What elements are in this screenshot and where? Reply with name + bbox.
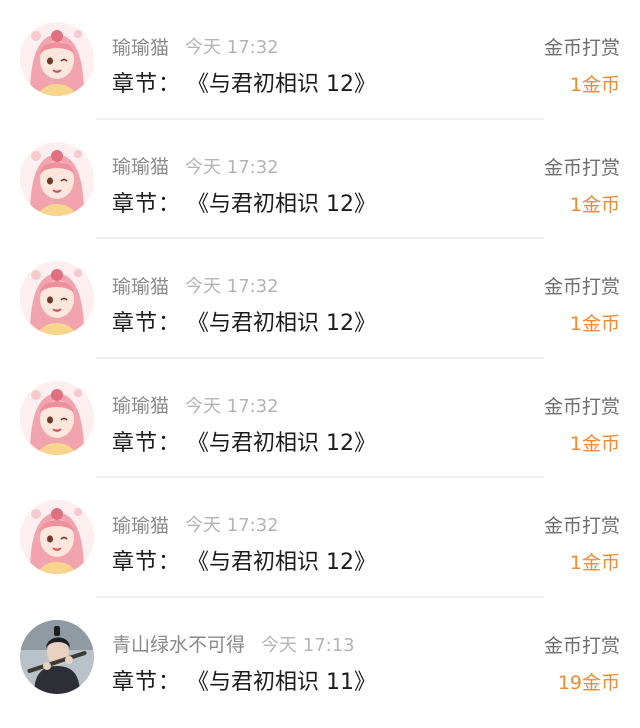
username[interactable]: 瑜瑜猫 — [112, 391, 169, 418]
reward-type: 金币打赏 — [543, 634, 620, 657]
reward-amount: 1金币 — [569, 552, 620, 574]
chapter-title[interactable]: 《与君初相识 11》 — [187, 664, 376, 696]
list-item[interactable]: 青山绿水不可得 今天 17:13 章节： 《与君初相识 11》 金币打赏 19金… — [0, 597, 640, 717]
timestamp: 今天 17:32 — [185, 515, 279, 536]
chapter-label: 章节： — [112, 669, 182, 695]
reward-record-list: 瑜瑜猫 今天 17:32 章节： 《与君初相识 12》 金币打赏 1金币 瑜瑜猫… — [0, 0, 640, 728]
reward-amount: 1金币 — [569, 193, 620, 216]
timestamp: 今天 17:32 — [185, 156, 279, 178]
anime-girl-avatar-icon — [20, 500, 94, 574]
reward-amount: 1金币 — [569, 432, 620, 455]
reward-type: 金币打赏 — [543, 515, 620, 537]
timestamp: 今天 17:32 — [185, 395, 279, 417]
timestamp: 今天 17:32 — [185, 276, 279, 297]
chapter-line: 章节： 《与君初相识 11》 — [112, 664, 376, 696]
chapter-line: 章节： 《与君初相识 12》 — [112, 425, 376, 457]
avatar[interactable] — [20, 619, 94, 694]
anime-girl-avatar-icon — [20, 261, 94, 335]
name-line: 瑜瑜猫 今天 17:32 — [112, 33, 279, 59]
avatar[interactable] — [20, 141, 94, 216]
chapter-title[interactable]: 《与君初相识 12》 — [187, 425, 376, 457]
anime-girl-avatar-icon — [20, 380, 94, 455]
reward-type: 金币打赏 — [543, 276, 620, 298]
timestamp: 今天 17:13 — [261, 634, 355, 656]
chapter-line: 章节： 《与君初相识 12》 — [112, 305, 376, 337]
chapter-label: 章节： — [112, 550, 182, 575]
reward-amount: 1金币 — [569, 74, 620, 96]
username[interactable]: 瑜瑜猫 — [112, 272, 169, 299]
reward-amount: 19金币 — [557, 671, 620, 694]
chapter-label: 章节： — [112, 72, 182, 97]
timestamp: 今天 17:32 — [185, 37, 279, 58]
username[interactable]: 瑜瑜猫 — [112, 152, 169, 179]
list-item[interactable]: 瑜瑜猫 今天 17:32 章节： 《与君初相识 12》 金币打赏 1金币 — [0, 358, 640, 478]
chapter-label: 章节： — [112, 430, 182, 456]
man-with-flute-avatar-icon — [20, 619, 94, 694]
reward-type: 金币打赏 — [543, 156, 620, 179]
anime-girl-avatar-icon — [20, 141, 94, 216]
username[interactable]: 瑜瑜猫 — [112, 511, 169, 538]
chapter-line: 章节： 《与君初相识 12》 — [112, 544, 376, 576]
avatar[interactable] — [20, 261, 94, 335]
reward-amount: 1金币 — [569, 313, 620, 335]
username[interactable]: 瑜瑜猫 — [112, 33, 169, 60]
list-item[interactable]: 瑜瑜猫 今天 17:32 章节： 《与君初相识 12》 金币打赏 1金币 — [0, 119, 640, 239]
anime-girl-avatar-icon — [20, 22, 94, 96]
chapter-label: 章节： — [112, 191, 182, 217]
chapter-title[interactable]: 《与君初相识 12》 — [187, 305, 376, 337]
name-line: 瑜瑜猫 今天 17:32 — [112, 511, 279, 537]
reward-type: 金币打赏 — [543, 395, 620, 418]
reward-type: 金币打赏 — [543, 37, 620, 59]
list-item[interactable]: 瑜瑜猫 今天 17:32 章节： 《与君初相识 12》 金币打赏 1金币 — [0, 239, 640, 359]
chapter-title[interactable]: 《与君初相识 12》 — [187, 66, 376, 98]
username[interactable]: 青山绿水不可得 — [112, 630, 245, 657]
name-line: 瑜瑜猫 今天 17:32 — [112, 272, 279, 298]
avatar[interactable] — [20, 22, 94, 96]
list-item[interactable]: 瑜瑜猫 今天 17:32 章节： 《与君初相识 12》 金币打赏 1金币 — [0, 478, 640, 598]
name-line: 瑜瑜猫 今天 17:32 — [112, 153, 279, 179]
chapter-label: 章节： — [112, 311, 182, 336]
name-line: 青山绿水不可得 今天 17:13 — [112, 631, 355, 657]
list-item[interactable]: 瑜瑜猫 今天 17:32 章节： 《与君初相识 12》 金币打赏 1金币 — [0, 0, 640, 120]
avatar[interactable] — [20, 500, 94, 574]
chapter-line: 章节： 《与君初相识 12》 — [112, 186, 376, 218]
avatar[interactable] — [20, 380, 94, 455]
chapter-title[interactable]: 《与君初相识 12》 — [187, 186, 376, 218]
chapter-title[interactable]: 《与君初相识 12》 — [187, 544, 376, 576]
name-line: 瑜瑜猫 今天 17:32 — [112, 392, 279, 418]
chapter-line: 章节： 《与君初相识 12》 — [112, 66, 376, 98]
